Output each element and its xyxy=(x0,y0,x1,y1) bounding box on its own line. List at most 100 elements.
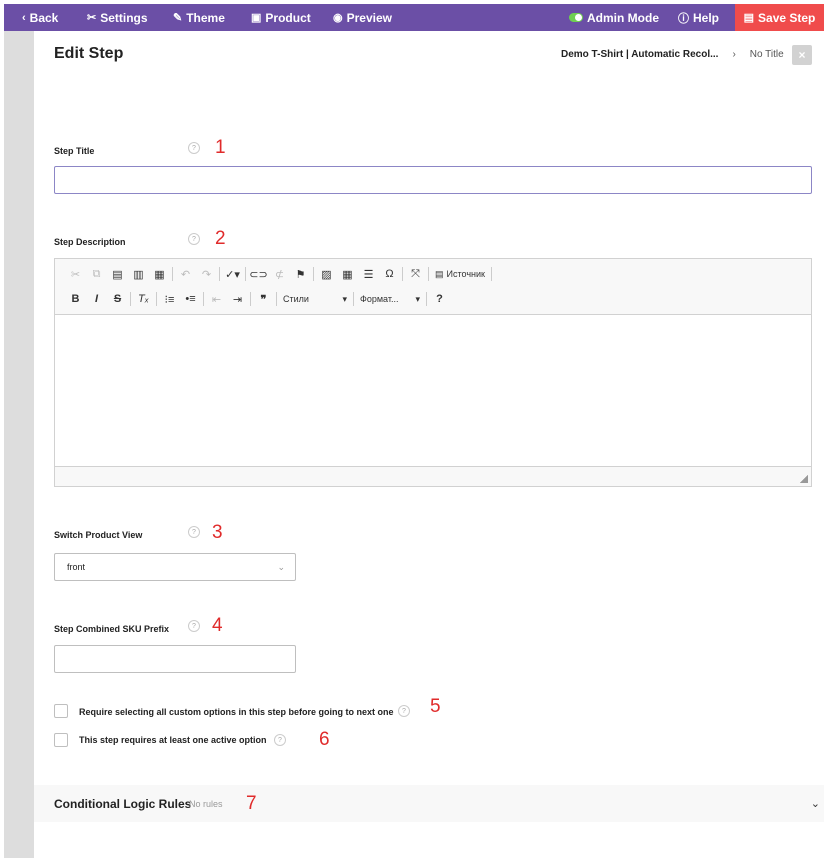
toolbar-divider xyxy=(130,292,131,306)
outdent-icon[interactable]: ⇤ xyxy=(206,290,227,308)
source-icon: ▤ xyxy=(435,268,444,279)
save-icon: ▤ xyxy=(743,12,755,24)
unlink-icon[interactable]: ⊄ xyxy=(269,265,290,283)
annotation-number-5: 5 xyxy=(430,696,441,717)
editor-footer xyxy=(55,466,811,486)
copy-icon[interactable]: ⧉ xyxy=(86,265,107,283)
annotation-number-2: 2 xyxy=(215,228,226,249)
anchor-flag-icon[interactable]: ⚑ xyxy=(290,265,311,283)
format-dropdown[interactable]: Формат... ▾ xyxy=(356,294,424,305)
conditional-logic-title: Conditional Logic Rules xyxy=(54,797,192,811)
left-sidebar-strip xyxy=(4,31,34,858)
toolbar-divider xyxy=(490,267,492,281)
annotation-number-7: 7 xyxy=(246,793,257,814)
link-icon[interactable]: ⊂⊃ xyxy=(248,265,269,283)
toolbar-divider xyxy=(426,292,427,306)
paste-text-icon[interactable]: ▥ xyxy=(128,265,149,283)
toolbar-divider xyxy=(219,267,220,281)
breadcrumb-product[interactable]: Demo T-Shirt | Automatic Recol... xyxy=(561,49,718,60)
blockquote-icon[interactable]: ❞ xyxy=(253,290,274,308)
help-button[interactable]: ⓘ Help xyxy=(678,4,719,31)
table-icon[interactable]: ▦ xyxy=(337,265,358,283)
step-description-help-icon[interactable]: ? xyxy=(188,233,200,245)
toolbar-divider xyxy=(203,292,204,306)
chevron-down-icon: ▾ xyxy=(342,293,347,304)
toolbar-divider xyxy=(402,267,403,281)
toolbar-divider xyxy=(250,292,251,306)
image-icon[interactable]: ▨ xyxy=(316,265,337,283)
require-all-options-checkbox[interactable] xyxy=(54,704,68,718)
horizontal-line-icon[interactable]: ☰ xyxy=(358,265,379,283)
admin-mode-toggle[interactable]: Admin Mode xyxy=(569,4,659,31)
save-step-button[interactable]: ▤ Save Step xyxy=(735,4,824,31)
toolbar-divider xyxy=(156,292,157,306)
italic-icon[interactable]: I xyxy=(86,290,107,308)
settings-button[interactable]: ✂ Settings xyxy=(87,4,148,31)
bulleted-list-icon[interactable]: •≡ xyxy=(180,290,201,308)
bold-icon[interactable]: B xyxy=(65,290,86,308)
preview-button[interactable]: ◉ Preview xyxy=(333,4,392,31)
source-button[interactable]: ▤ Источник xyxy=(431,269,489,280)
toolbar-divider xyxy=(353,292,354,306)
back-button[interactable]: ‹ Back xyxy=(22,4,58,31)
switch-view-select[interactable]: front ⌄ xyxy=(54,553,296,581)
require-all-options-label[interactable]: Require selecting all custom options in … xyxy=(79,707,394,717)
annotation-number-6: 6 xyxy=(319,729,330,750)
rich-text-editor: ✂ ⧉ ▤ ▥ ▦ ↶ ↷ ✓▾ ⊂⊃ ⊄ ⚑ ▨ ▦ ☰ Ω ⤧ ▤ Исто… xyxy=(54,258,812,487)
page-title: Edit Step xyxy=(54,45,124,62)
switch-view-help-icon[interactable]: ? xyxy=(188,526,200,538)
resize-handle-icon[interactable] xyxy=(800,475,808,483)
chevron-down-icon: ⌄ xyxy=(277,562,285,572)
redo-icon[interactable]: ↷ xyxy=(196,265,217,283)
top-bar: ‹ Back ✂ Settings ✎ Theme ▣ Product ◉ Pr… xyxy=(4,4,824,31)
eye-icon: ◉ xyxy=(333,12,343,24)
require-all-options-help-icon[interactable]: ? xyxy=(398,705,410,717)
spellcheck-icon[interactable]: ✓▾ xyxy=(222,265,243,283)
strikethrough-icon[interactable]: S xyxy=(107,290,128,308)
toolbar-divider xyxy=(245,267,246,281)
conditional-logic-status: No rules xyxy=(189,799,223,809)
require-active-option-checkbox[interactable] xyxy=(54,733,68,747)
maximize-icon[interactable]: ⤧ xyxy=(405,265,426,283)
chevron-down-icon: ⌄ xyxy=(810,798,820,810)
numbered-list-icon[interactable]: ⁝≡ xyxy=(159,290,180,308)
editor-toolbar-row-2: B I S Tₓ ⁝≡ •≡ ⇤ ⇥ ❞ Стили ▾ Формат... ▾ xyxy=(65,289,450,309)
breadcrumb-separator: › xyxy=(732,49,736,60)
step-title-help-icon[interactable]: ? xyxy=(188,142,200,154)
paste-icon[interactable]: ▤ xyxy=(107,265,128,283)
breadcrumb: Demo T-Shirt | Automatic Recol... › No T… xyxy=(561,49,784,60)
editor-toolbar: ✂ ⧉ ▤ ▥ ▦ ↶ ↷ ✓▾ ⊂⊃ ⊄ ⚑ ▨ ▦ ☰ Ω ⤧ ▤ Исто… xyxy=(55,259,811,315)
styles-dropdown[interactable]: Стили ▾ xyxy=(279,294,351,305)
require-active-option-label[interactable]: This step requires at least one active o… xyxy=(79,735,267,745)
undo-icon[interactable]: ↶ xyxy=(175,265,196,283)
sku-prefix-help-icon[interactable]: ? xyxy=(188,620,200,632)
remove-format-icon[interactable]: Tₓ xyxy=(133,290,154,308)
chevron-down-icon: ▾ xyxy=(415,293,420,304)
theme-button[interactable]: ✎ Theme xyxy=(173,4,225,31)
step-title-input[interactable] xyxy=(54,166,812,194)
help-circle-icon: ⓘ xyxy=(678,12,689,25)
switch-view-label: Switch Product View xyxy=(54,530,143,540)
special-char-icon[interactable]: Ω xyxy=(379,265,400,283)
about-icon[interactable]: ? xyxy=(429,290,450,308)
editor-content-area[interactable] xyxy=(55,315,811,466)
cut-icon[interactable]: ✂ xyxy=(65,265,86,283)
indent-icon[interactable]: ⇥ xyxy=(227,290,248,308)
sku-prefix-label: Step Combined SKU Prefix xyxy=(54,624,170,634)
close-button[interactable]: × xyxy=(792,45,812,65)
require-active-option-help-icon[interactable]: ? xyxy=(274,734,286,746)
annotation-number-1: 1 xyxy=(215,137,226,158)
sku-prefix-input[interactable] xyxy=(54,645,296,673)
editor-toolbar-row-1: ✂ ⧉ ▤ ▥ ▦ ↶ ↷ ✓▾ ⊂⊃ ⊄ ⚑ ▨ ▦ ☰ Ω ⤧ ▤ Исто… xyxy=(65,264,494,284)
toolbar-divider xyxy=(172,267,173,281)
step-title-label: Step Title xyxy=(54,146,95,156)
brush-icon: ✎ xyxy=(173,12,183,24)
toolbar-divider xyxy=(428,267,429,281)
product-button[interactable]: ▣ Product xyxy=(251,4,311,31)
toggle-icon xyxy=(569,13,583,22)
toolbar-divider xyxy=(313,267,314,281)
conditional-logic-panel[interactable]: Conditional Logic Rules No rules ⌄ xyxy=(34,785,824,822)
paste-word-icon[interactable]: ▦ xyxy=(149,265,170,283)
step-description-label: Step Description xyxy=(54,237,126,247)
toolbar-divider xyxy=(276,292,277,306)
